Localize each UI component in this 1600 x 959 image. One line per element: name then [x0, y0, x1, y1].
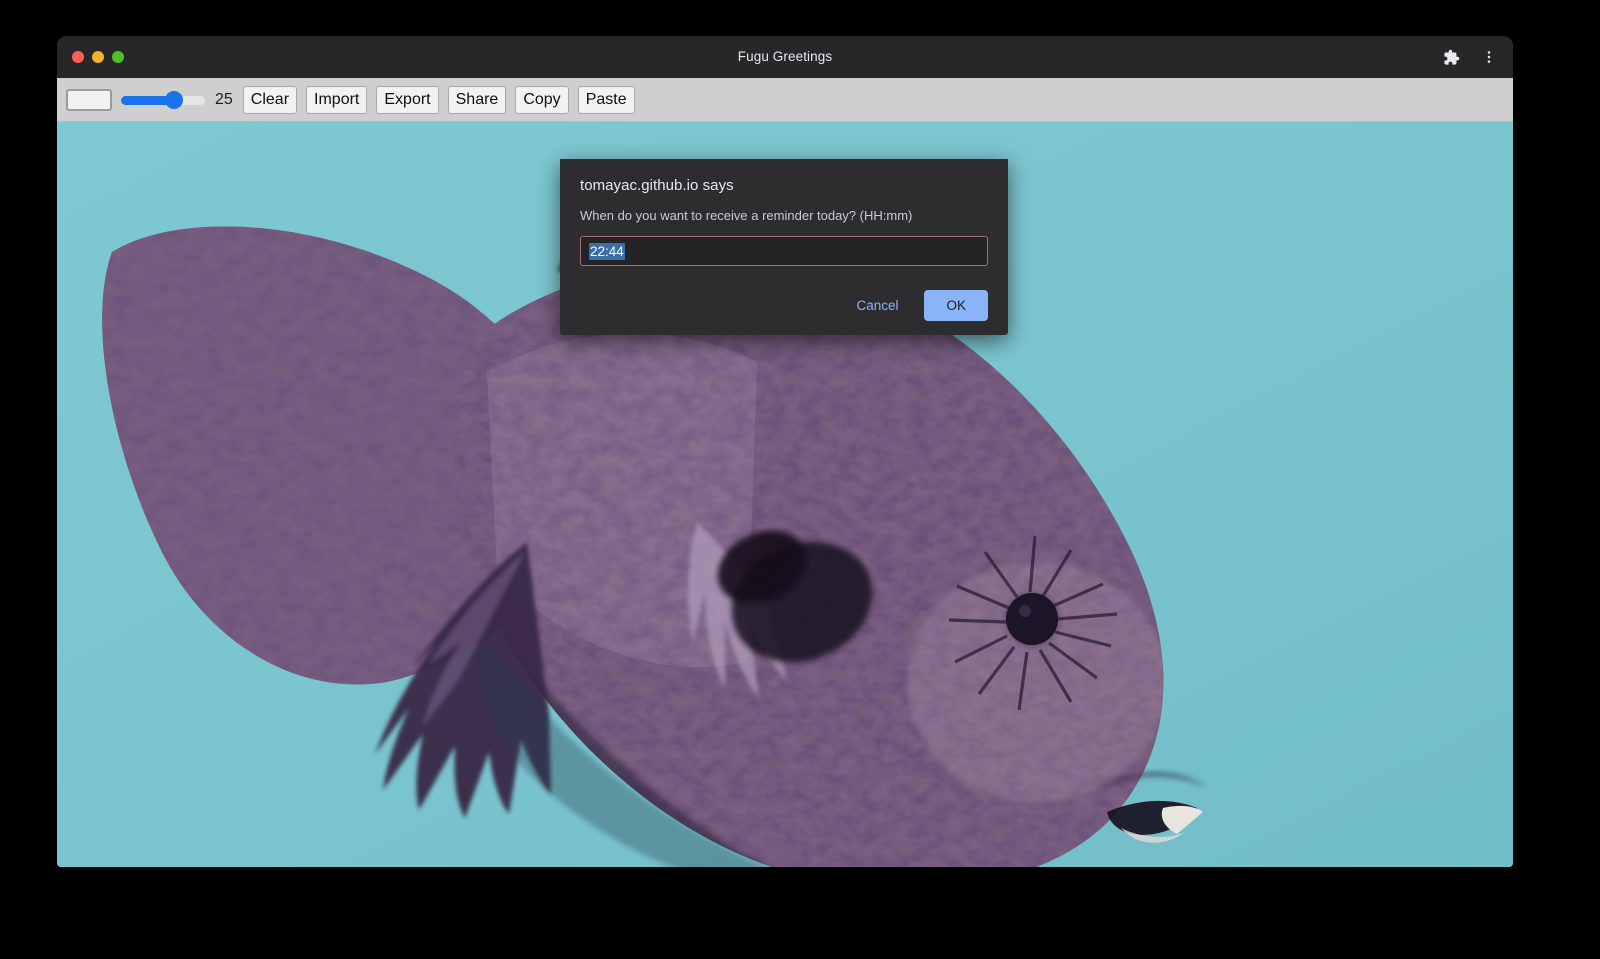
dialog-actions: Cancel OK [580, 290, 988, 321]
clear-button[interactable]: Clear [243, 86, 297, 114]
slider-value-label: 25 [215, 91, 233, 109]
dialog-message: When do you want to receive a reminder t… [580, 208, 988, 223]
cancel-button[interactable]: Cancel [842, 290, 912, 321]
app-toolbar: 25 Clear Import Export Share Copy Paste [57, 78, 1513, 122]
browser-window: Fugu Greetings [57, 36, 1513, 867]
dialog-origin-title: tomayac.github.io says [580, 177, 988, 194]
slider-fill [121, 96, 170, 105]
import-button[interactable]: Import [306, 86, 367, 114]
window-title: Fugu Greetings [57, 36, 1513, 78]
ok-button[interactable]: OK [924, 290, 988, 321]
slider-thumb[interactable] [165, 91, 183, 109]
title-bar-actions [1437, 36, 1503, 78]
export-button[interactable]: Export [376, 86, 438, 114]
javascript-prompt-dialog: tomayac.github.io says When do you want … [560, 159, 1008, 335]
reminder-time-input[interactable]: 22:44 [580, 236, 988, 266]
screen: Fugu Greetings [0, 0, 1600, 959]
share-button[interactable]: Share [448, 86, 507, 114]
paste-button[interactable]: Paste [578, 86, 635, 114]
more-menu-icon[interactable] [1475, 43, 1503, 71]
copy-button[interactable]: Copy [515, 86, 568, 114]
title-bar: Fugu Greetings [57, 36, 1513, 78]
drawing-canvas[interactable]: tomayac.github.io says When do you want … [57, 122, 1513, 867]
color-picker[interactable] [66, 89, 112, 111]
reminder-time-value: 22:44 [589, 243, 625, 260]
line-width-slider[interactable] [121, 89, 205, 111]
extensions-icon[interactable] [1437, 43, 1465, 71]
